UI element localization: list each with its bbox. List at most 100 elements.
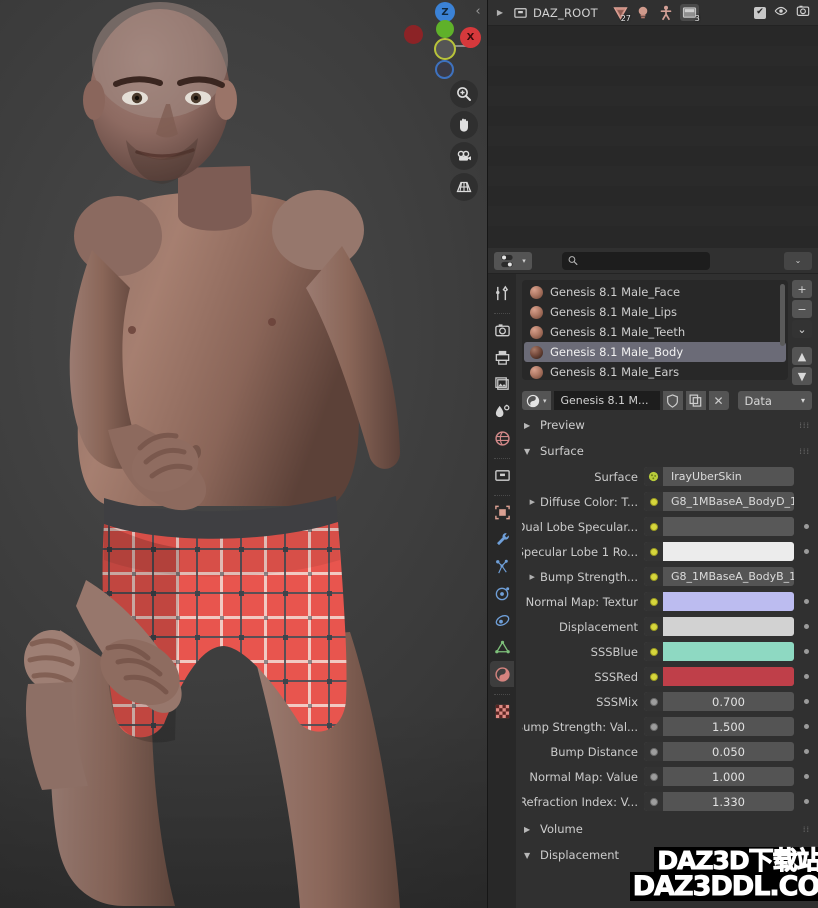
animate-dot[interactable] — [800, 699, 812, 704]
list-item-selected[interactable]: Genesis 8.1 Male_Body — [524, 342, 786, 362]
animate-dot[interactable] — [800, 549, 812, 554]
3d-viewport[interactable]: Z X ‹ — [0, 0, 487, 908]
tab-scene[interactable] — [490, 398, 514, 424]
number-field[interactable]: 0.050 — [644, 742, 794, 761]
hand-icon[interactable] — [450, 111, 478, 139]
material-slot-link-dropdown[interactable]: Data ▾ — [738, 391, 812, 410]
add-slot-button[interactable]: + — [792, 280, 812, 298]
fake-user-button[interactable] — [663, 391, 683, 410]
gizmo-axis-x[interactable]: X — [460, 27, 481, 48]
mesh-badge[interactable]: 27 — [611, 4, 630, 21]
color-field[interactable] — [644, 617, 794, 636]
animate-dot[interactable] — [800, 524, 812, 529]
material-slot-list[interactable]: Genesis 8.1 Male_Face Genesis 8.1 Male_L… — [522, 280, 788, 380]
outliner-tree-body[interactable] — [488, 26, 818, 248]
list-item[interactable]: Genesis 8.1 Male_Lips — [524, 302, 786, 322]
gizmo-axis-neg-x[interactable] — [404, 25, 423, 44]
move-slot-up-button[interactable]: ▲ — [792, 347, 812, 365]
number-field[interactable]: 1.500 — [644, 717, 794, 736]
properties-editor[interactable]: ▾ ⌄ — [487, 248, 818, 908]
search-input-wrapper[interactable] — [562, 252, 710, 270]
camera-icon[interactable] — [450, 142, 478, 170]
tab-physics[interactable] — [490, 580, 514, 606]
list-item[interactable]: Genesis 8.1 Male_Ears — [524, 362, 786, 380]
animate-dot[interactable] — [800, 774, 812, 779]
expand-arrow-icon[interactable]: ▶ — [530, 573, 535, 581]
surface-panel-header[interactable]: ▼ Surface ⁞⁞⁞ — [516, 440, 818, 462]
outliner-editor[interactable]: ▶ DAZ_ROOT 27 — [487, 0, 818, 248]
color-field[interactable] — [644, 542, 794, 561]
tab-tool[interactable] — [490, 280, 514, 306]
outliner-row-daz-root[interactable]: ▶ DAZ_ROOT 27 — [488, 0, 818, 26]
animate-dot[interactable] — [800, 749, 812, 754]
tab-material[interactable] — [490, 661, 514, 687]
browse-material-button[interactable]: ▾ — [522, 391, 551, 410]
properties-tab-rail[interactable] — [488, 274, 516, 908]
panel-grip-icon[interactable]: ⁞⁞ — [803, 851, 810, 860]
armature-badge[interactable] — [657, 4, 676, 21]
material-name-field[interactable]: Genesis 8.1 M... — [554, 391, 660, 410]
tab-particles[interactable] — [490, 553, 514, 579]
material-slot-buttons[interactable]: + − ⌄ ▲ ▼ — [792, 280, 812, 385]
volume-panel-header[interactable]: ▶ Volume ⁞⁞ — [516, 818, 818, 840]
color-field[interactable] — [644, 667, 794, 686]
zoom-icon[interactable] — [450, 80, 478, 108]
tab-render[interactable] — [490, 317, 514, 343]
light-badge[interactable] — [634, 4, 653, 21]
color-field[interactable] — [644, 592, 794, 611]
panel-grip-icon[interactable]: ⁞⁞⁞ — [799, 447, 810, 456]
list-scrollbar[interactable] — [780, 284, 785, 346]
tab-texture[interactable] — [490, 698, 514, 724]
shader-dropdown[interactable]: IrayUberSkin — [644, 467, 794, 486]
tab-object[interactable] — [490, 499, 514, 525]
color-swatch[interactable] — [663, 617, 794, 636]
gizmo-axis-y[interactable] — [436, 20, 454, 38]
gizmo-axis-z[interactable]: Z — [435, 2, 455, 22]
remove-slot-button[interactable]: − — [792, 300, 812, 318]
gizmo-axis-neg-y[interactable] — [434, 38, 456, 60]
texture-field[interactable]: G8_1MBaseA_BodyD_10... — [644, 492, 794, 511]
animate-dot[interactable] — [800, 649, 812, 654]
tab-collection[interactable] — [490, 462, 514, 488]
number-field[interactable]: 1.330 — [644, 792, 794, 811]
unlink-material-button[interactable]: ✕ — [709, 391, 729, 410]
animate-dot[interactable] — [800, 674, 812, 679]
eye-icon[interactable] — [774, 3, 788, 22]
color-swatch[interactable] — [663, 542, 794, 561]
color-field[interactable] — [644, 642, 794, 661]
image-badge[interactable]: 3 — [680, 4, 699, 21]
move-slot-down-button[interactable]: ▼ — [792, 367, 812, 385]
expand-arrow-icon[interactable]: ▶ — [530, 498, 535, 506]
number-field[interactable]: 1.000 — [644, 767, 794, 786]
tab-constraints[interactable] — [490, 607, 514, 633]
number-field[interactable]: 0.700 — [644, 692, 794, 711]
animate-dot[interactable] — [800, 724, 812, 729]
tab-modifiers[interactable] — [490, 526, 514, 552]
tab-view-layer[interactable] — [490, 371, 514, 397]
slot-specials-button[interactable]: ⌄ — [792, 320, 812, 338]
list-item[interactable]: Genesis 8.1 Male_Teeth — [524, 322, 786, 342]
camera-render-icon[interactable] — [796, 3, 810, 22]
animate-dot[interactable] — [800, 799, 812, 804]
viewport-sidebar-collapse-arrow[interactable]: ‹ — [471, 4, 485, 19]
properties-options-button[interactable]: ⌄ — [784, 252, 812, 270]
expand-arrow-icon[interactable]: ▶ — [493, 8, 507, 17]
animate-dot[interactable] — [800, 599, 812, 604]
tab-world[interactable] — [490, 425, 514, 451]
properties-header[interactable]: ▾ ⌄ — [488, 248, 818, 274]
tab-output[interactable] — [490, 344, 514, 370]
tab-data[interactable] — [490, 634, 514, 660]
viewport-nav-buttons[interactable] — [450, 80, 480, 204]
color-swatch[interactable] — [663, 642, 794, 661]
grid-icon[interactable] — [450, 173, 478, 201]
panel-grip-icon[interactable]: ⁞⁞⁞ — [799, 421, 810, 430]
color-field[interactable] — [644, 517, 794, 536]
new-material-button[interactable] — [686, 391, 706, 410]
list-item[interactable]: Genesis 8.1 Male_Face — [524, 282, 786, 302]
checkbox-enabled[interactable]: ✔ — [754, 7, 766, 19]
preview-panel-header[interactable]: ▶ Preview ⁞⁞⁞ — [516, 414, 818, 436]
animate-dot[interactable] — [800, 624, 812, 629]
color-swatch[interactable] — [663, 667, 794, 686]
filter-toggle[interactable]: ▾ — [494, 252, 532, 270]
gizmo-axis-neg-z[interactable] — [435, 60, 454, 79]
